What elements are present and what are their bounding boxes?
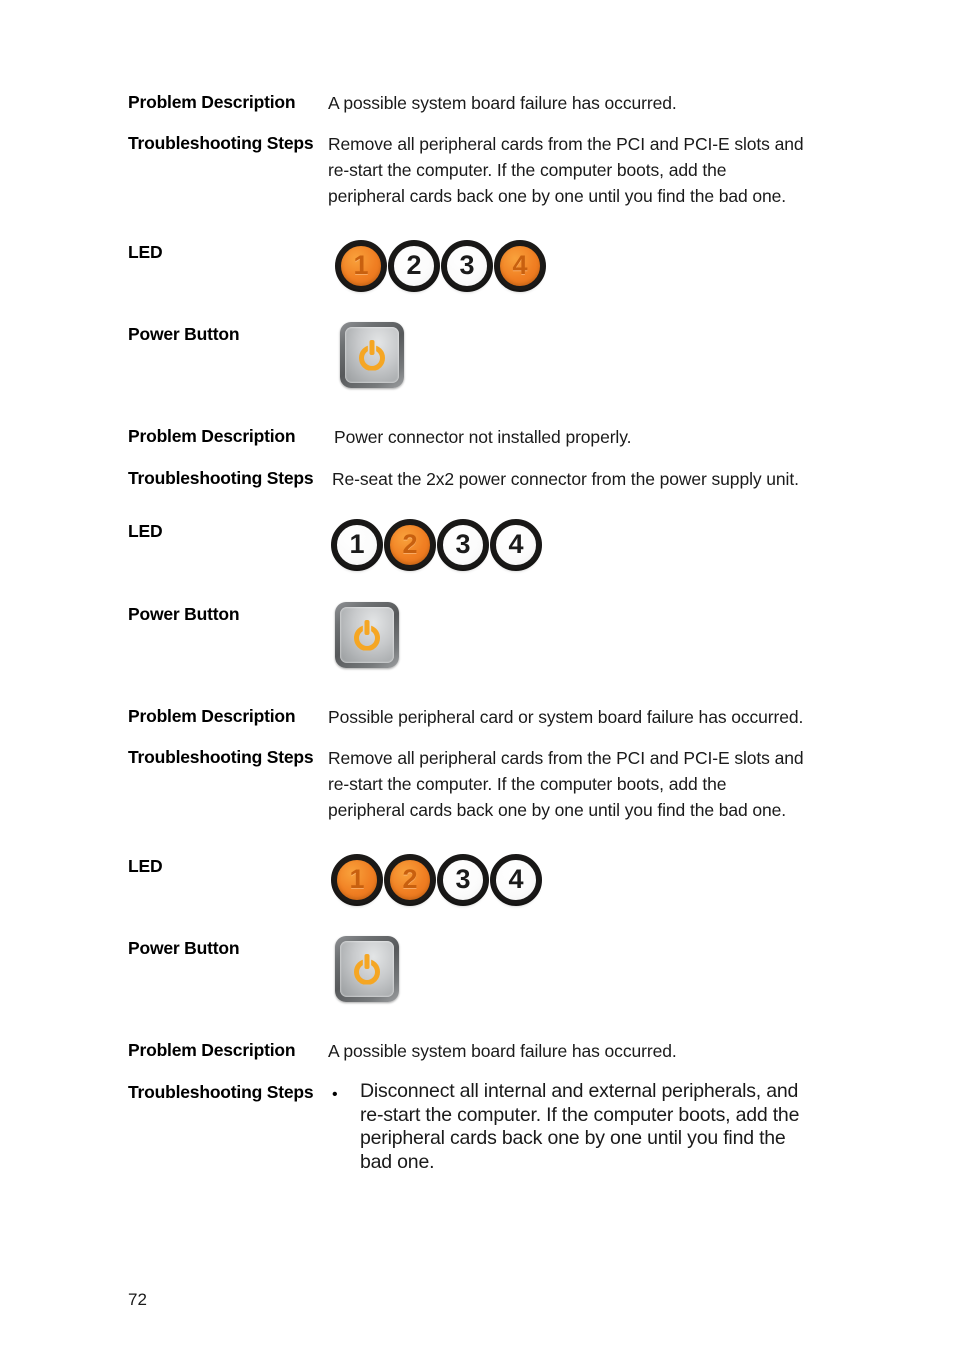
led-indicator-2: 2 [388,240,440,292]
troubleshooting-steps-label-4: Troubleshooting Steps [128,1082,314,1102]
power-button-icon [340,322,404,388]
problem-description-text-2: Power connector not installed properly. [334,427,632,447]
led-indicator-1: 1 [335,240,387,292]
led-number: 3 [459,250,475,280]
problem-description-label-1: Problem Description [128,92,296,112]
power-button-face [340,941,394,997]
led-indicator-4: 4 [490,854,542,906]
problem-description-label-3: Problem Description [128,706,296,726]
led-row-1: LED 1 2 3 4 [128,240,546,292]
led-number: 3 [455,529,471,559]
led-indicator-2: 2 [384,854,436,906]
troubleshooting-line: Remove all peripheral cards from the PCI… [328,748,804,768]
page-number: 72 [128,1290,147,1309]
document-page: Problem Description A possible system bo… [0,0,954,1366]
led-indicator-4: 4 [490,519,542,571]
led-number: 2 [406,250,422,280]
troubleshooting-steps-row-1: Troubleshooting Steps Remove all periphe… [128,131,804,209]
led-number: 2 [402,864,418,894]
led-indicator-3: 3 [437,519,489,571]
led-cluster-3: 1 2 3 4 [331,854,542,906]
troubleshooting-line: re-start the computer. If the computer b… [360,1103,800,1126]
troubleshooting-line: peripheral cards back one by one until y… [328,800,787,820]
power-symbol-icon [357,339,387,371]
power-symbol-icon [352,953,382,985]
power-button-label-1: Power Button [128,324,240,344]
troubleshooting-bullet-list: • Disconnect all internal and external p… [330,1080,799,1174]
power-button-row-1: Power Button [128,322,404,388]
led-row-2: LED 1 2 3 4 [128,519,542,571]
power-button-icon [335,936,399,1002]
bullet-marker-icon: • [332,1086,338,1103]
troubleshooting-line: bad one. [360,1150,435,1173]
led-indicator-2: 2 [384,519,436,571]
troubleshooting-steps-label-1: Troubleshooting Steps [128,133,314,153]
problem-description-label-4: Problem Description [128,1040,296,1060]
led-indicator-4: 4 [494,240,546,292]
led-label-2: LED [128,521,163,541]
troubleshooting-line: peripheral cards back one by one until y… [360,1127,786,1149]
power-button-label-3: Power Button [128,938,240,958]
led-indicator-1: 1 [331,854,383,906]
problem-description-row-3: Problem Description Possible peripheral … [128,704,803,730]
power-button-face [345,327,399,383]
power-button-graphic-1 [340,322,404,388]
led-number: 3 [455,864,471,894]
led-number: 1 [349,529,365,559]
troubleshooting-steps-row-4: Troubleshooting Steps • Disconnect all i… [128,1080,799,1174]
troubleshooting-line: re-start the computer. If the computer b… [328,774,727,794]
troubleshooting-steps-text-2: Re-seat the 2x2 power connector from the… [332,466,799,492]
troubleshooting-line: Re-seat the 2x2 power connector from the… [332,469,799,489]
led-label-1: LED [128,242,163,262]
problem-description-row-4: Problem Description A possible system bo… [128,1038,677,1064]
power-button-icon [335,602,399,668]
led-cluster-2: 1 2 3 4 [331,519,542,571]
troubleshooting-steps-text-3: Remove all peripheral cards from the PCI… [328,745,804,823]
troubleshooting-steps-row-3: Troubleshooting Steps Remove all periphe… [128,745,804,823]
led-label-3: LED [128,856,163,876]
led-row-3: LED 1 2 3 4 [128,854,542,906]
problem-description-label-2: Problem Description [128,426,296,446]
troubleshooting-line: Remove all peripheral cards from the PCI… [328,134,804,154]
troubleshooting-steps-text-1: Remove all peripheral cards from the PCI… [328,131,804,209]
troubleshooting-line: peripheral cards back one by one until y… [328,186,787,206]
problem-description-text-1: A possible system board failure has occu… [328,93,677,113]
troubleshooting-steps-label-3: Troubleshooting Steps [128,747,314,767]
power-button-row-2: Power Button [128,602,399,668]
led-number: 4 [508,864,524,894]
troubleshooting-steps-label-2: Troubleshooting Steps [128,468,314,488]
troubleshooting-steps-row-2: Troubleshooting Steps Re-seat the 2x2 po… [128,466,799,492]
led-indicator-3: 3 [437,854,489,906]
power-symbol-icon [352,619,382,651]
power-button-graphic-3 [335,936,399,1002]
power-button-graphic-2 [335,602,399,668]
power-button-label-2: Power Button [128,604,240,624]
power-button-face [340,607,394,663]
troubleshooting-line: Disconnect all internal and external per… [360,1080,799,1102]
led-number: 1 [349,864,365,894]
power-button-row-3: Power Button [128,936,399,1002]
problem-description-text-3: Possible peripheral card or system board… [328,707,804,727]
problem-description-row-2: Problem Description Power connector not … [128,424,631,450]
led-indicator-1: 1 [331,519,383,571]
troubleshooting-line: re-start the computer. If the computer b… [328,160,727,180]
led-number: 2 [402,529,418,559]
led-cluster-1: 1 2 3 4 [335,240,546,292]
led-number: 4 [512,250,528,280]
led-number: 4 [508,529,524,559]
problem-description-row-1: Problem Description A possible system bo… [128,90,677,116]
troubleshooting-bullet-item: Disconnect all internal and external per… [360,1080,799,1174]
led-indicator-3: 3 [441,240,493,292]
problem-description-text-4: A possible system board failure has occu… [328,1041,677,1061]
led-number: 1 [353,250,369,280]
